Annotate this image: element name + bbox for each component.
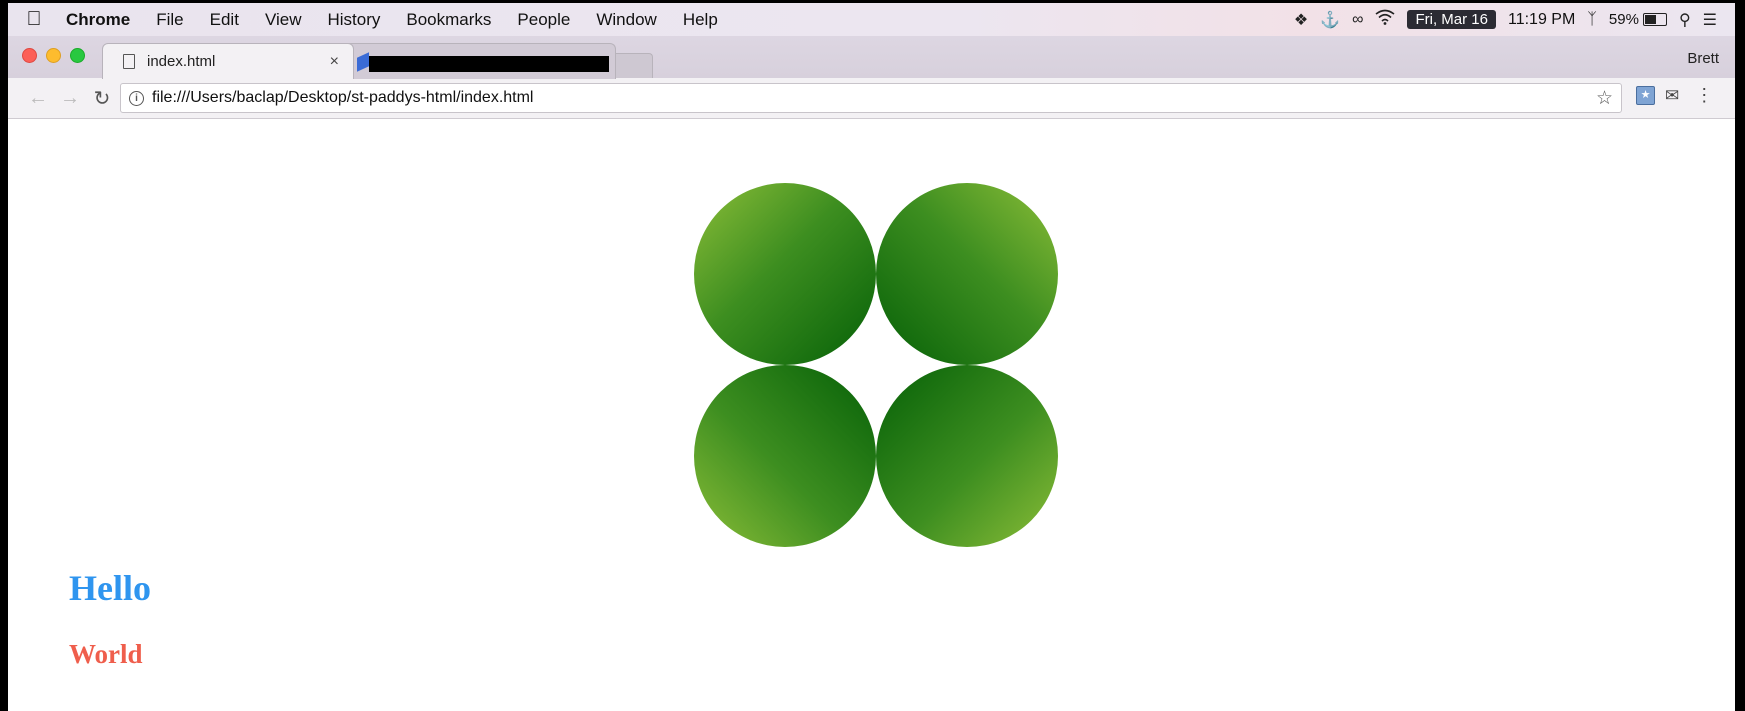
menu-view[interactable]: View bbox=[252, 10, 315, 30]
menu-history[interactable]: History bbox=[314, 10, 393, 30]
redacted-tab-title bbox=[369, 55, 609, 72]
wifi-icon[interactable] bbox=[1375, 9, 1395, 30]
menu-app-name[interactable]: Chrome bbox=[60, 10, 143, 30]
chrome-menu-icon[interactable]: ⋮ bbox=[1695, 85, 1713, 106]
browser-toolbar: ← → ↻ i file:///Users/baclap/Desktop/st-… bbox=[8, 78, 1735, 119]
battery-fill bbox=[1644, 15, 1656, 24]
tab-strip: index.html × Brett bbox=[8, 36, 1735, 79]
docker-icon[interactable]: ⚓ bbox=[1320, 10, 1340, 30]
notification-center-icon[interactable]: ☰ bbox=[1703, 10, 1717, 30]
four-leaf-clover bbox=[694, 183, 1058, 547]
apple-icon[interactable]:  bbox=[8, 8, 60, 31]
clover-leaf-bottom-left bbox=[694, 365, 876, 547]
dropbox-icon[interactable]: ❖ bbox=[1294, 10, 1308, 30]
heading-world: World bbox=[69, 639, 143, 669]
menu-window[interactable]: Window bbox=[583, 10, 669, 30]
menu-edit[interactable]: Edit bbox=[197, 10, 252, 30]
tab-close-icon[interactable]: × bbox=[330, 53, 339, 71]
browser-window:  Chrome File Edit View History Bookmark… bbox=[8, 3, 1735, 711]
clover-leaf-top-left bbox=[694, 183, 876, 365]
close-window-button[interactable] bbox=[22, 48, 37, 63]
battery-icon bbox=[1642, 13, 1667, 26]
bookmark-star-icon[interactable]: ☆ bbox=[1596, 87, 1613, 110]
date-badge[interactable]: Fri, Mar 16 bbox=[1407, 10, 1496, 29]
clock-time[interactable]: 11:19 PM bbox=[1508, 11, 1575, 29]
bookmark-extension-icon[interactable]: ★ bbox=[1636, 86, 1655, 105]
extension-area: ★ ✉ ⋮ bbox=[1636, 85, 1713, 106]
menu-file[interactable]: File bbox=[143, 10, 196, 30]
battery-status[interactable]: 59% bbox=[1609, 11, 1667, 28]
url-text[interactable]: file:///Users/baclap/Desktop/st-paddys-h… bbox=[152, 89, 1596, 107]
profile-name[interactable]: Brett bbox=[1687, 50, 1719, 67]
menu-bar:  Chrome File Edit View History Bookmark… bbox=[8, 3, 1735, 36]
bluetooth-icon[interactable]: ᛉ bbox=[1587, 11, 1597, 29]
status-area: ❖ ⚓ ∞ Fri, Mar 16 11:19 PM ᛉ 59% ⚲ ☰ bbox=[1294, 9, 1735, 30]
clover-leaf-bottom-right bbox=[876, 365, 1058, 547]
menu-bookmarks[interactable]: Bookmarks bbox=[393, 10, 504, 30]
forward-icon[interactable]: → bbox=[54, 87, 86, 110]
spotlight-search-icon[interactable]: ⚲ bbox=[1679, 10, 1691, 30]
mail-extension-icon[interactable]: ✉ bbox=[1665, 86, 1679, 106]
battery-percent: 59% bbox=[1608, 11, 1639, 28]
page-content: Hello World bbox=[8, 119, 1735, 711]
window-controls bbox=[22, 48, 85, 63]
reload-icon[interactable]: ↻ bbox=[86, 86, 118, 111]
page-icon bbox=[123, 54, 135, 69]
tab-redacted[interactable] bbox=[344, 43, 616, 79]
menu-people[interactable]: People bbox=[504, 10, 583, 30]
site-info-icon[interactable]: i bbox=[129, 90, 144, 106]
menu-help[interactable]: Help bbox=[670, 10, 731, 30]
maximize-window-button[interactable] bbox=[70, 48, 85, 63]
clover-leaf-top-right bbox=[876, 183, 1058, 365]
tab-title: index.html bbox=[147, 53, 216, 70]
minimize-window-button[interactable] bbox=[46, 48, 61, 63]
glasses-icon[interactable]: ∞ bbox=[1352, 11, 1363, 29]
tab-index-html[interactable]: index.html × bbox=[102, 43, 354, 79]
address-bar[interactable]: i file:///Users/baclap/Desktop/st-paddys… bbox=[120, 83, 1622, 113]
heading-hello: Hello bbox=[69, 568, 151, 608]
back-icon[interactable]: ← bbox=[22, 87, 54, 110]
tab-favicon bbox=[357, 51, 369, 72]
